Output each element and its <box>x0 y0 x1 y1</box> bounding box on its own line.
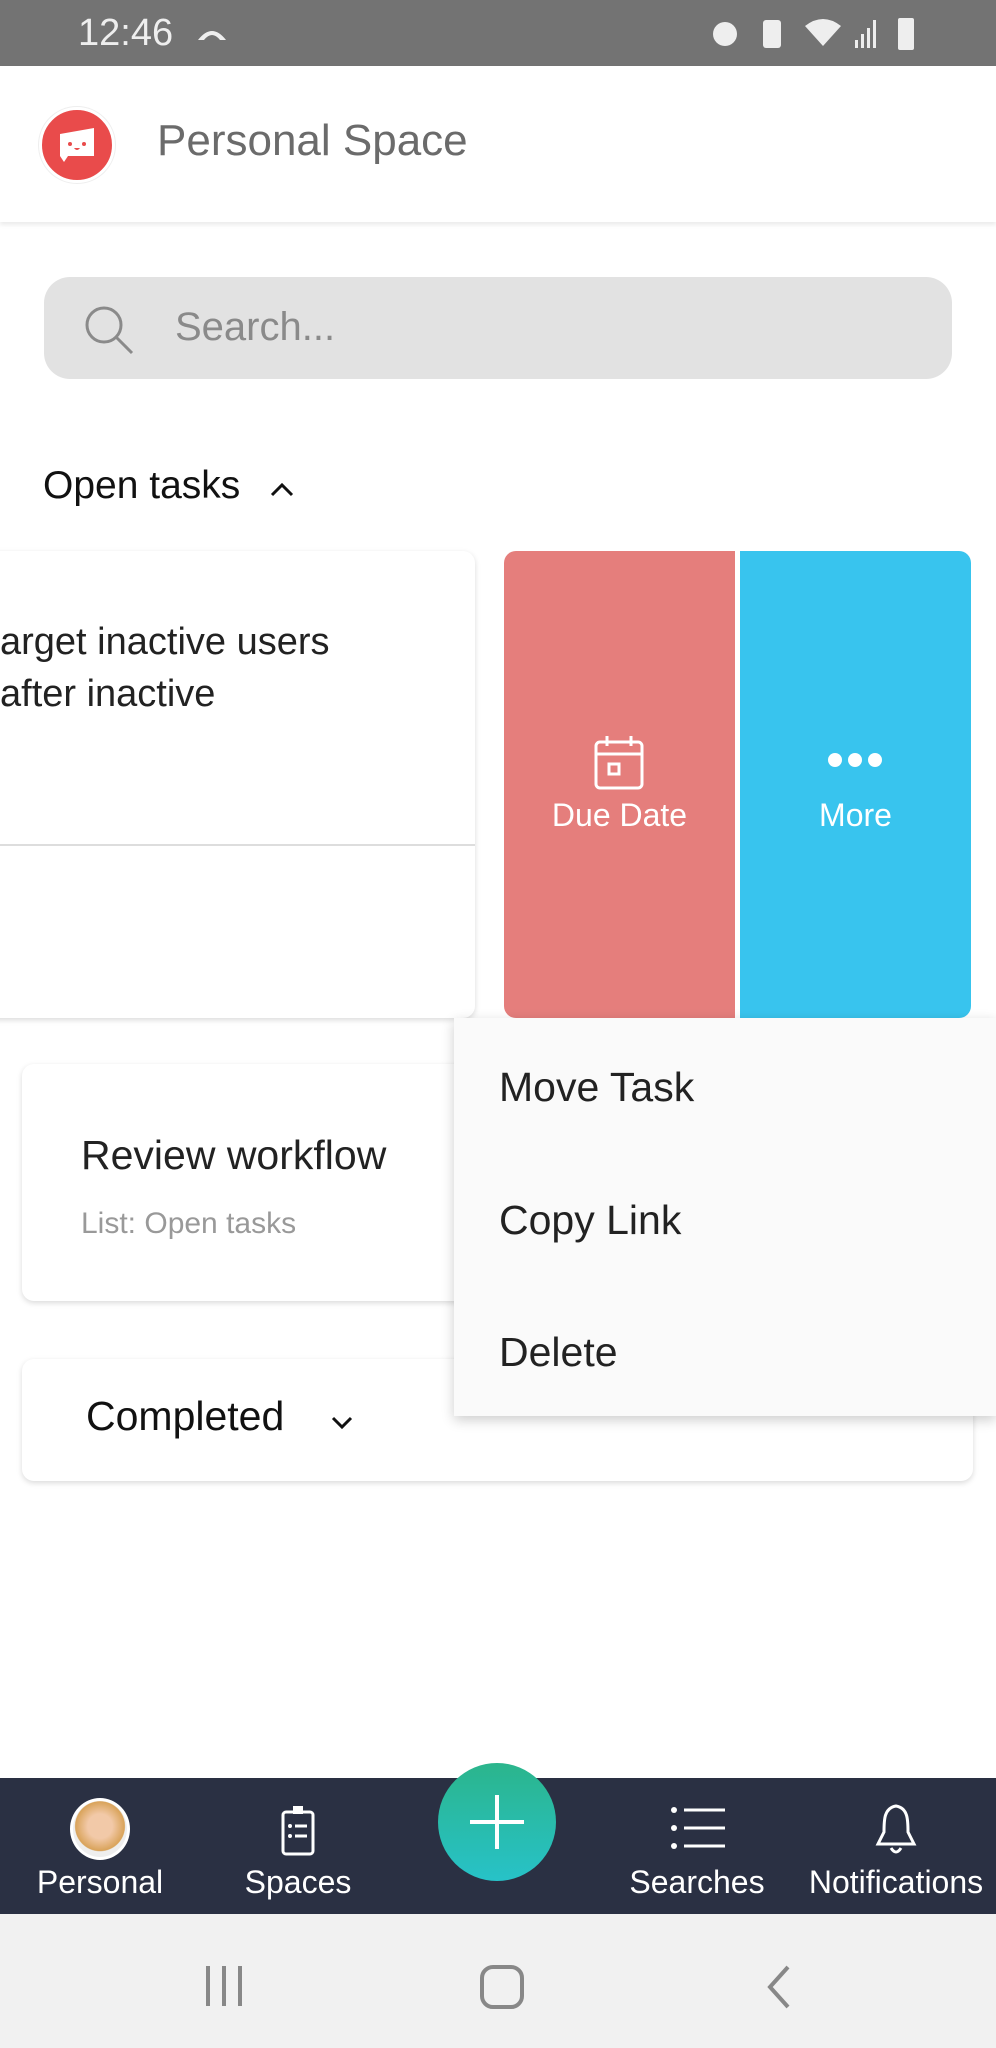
chevron-up-icon <box>270 482 293 497</box>
more-dots-icon <box>828 753 882 767</box>
menu-item-move-task[interactable]: Move Task <box>499 1064 694 1111</box>
list-icon <box>671 1807 725 1849</box>
calendar-icon <box>594 736 644 790</box>
bell-icon <box>875 1804 917 1854</box>
due-date-label: Due Date <box>551 797 688 833</box>
menu-item-delete[interactable]: Delete <box>499 1329 618 1376</box>
nav-label: Spaces <box>244 1864 352 1900</box>
due-date-button[interactable]: Due Date <box>504 551 735 1018</box>
section-title: Open tasks <box>43 464 241 507</box>
nav-label: Notifications <box>808 1864 984 1900</box>
page-title: Personal Space <box>157 116 468 165</box>
clipboard-icon <box>281 1806 315 1856</box>
recent-apps-icon[interactable] <box>200 1964 250 2008</box>
task-title: Review workflow <box>81 1132 387 1178</box>
plus-icon <box>470 1795 524 1849</box>
clock: 12:46 <box>78 12 174 54</box>
status-icons <box>713 18 914 50</box>
task-title-line: arget inactive users <box>0 621 330 663</box>
search-icon <box>85 306 134 355</box>
nav-label: Searches <box>629 1864 765 1900</box>
more-button[interactable]: More <box>740 551 971 1018</box>
app-header: Personal Space <box>0 66 996 222</box>
chevron-down-icon <box>331 1416 353 1430</box>
home-icon[interactable] <box>478 1964 526 2012</box>
status-bar: 12:46 <box>0 0 996 66</box>
task-card[interactable]: arget inactive users after inactive <box>0 551 475 1018</box>
task-title-line: after inactive <box>0 673 216 715</box>
completed-label: Completed <box>86 1393 285 1439</box>
app-logo[interactable] <box>39 107 115 183</box>
search-placeholder: Search... <box>175 305 336 349</box>
nav-searches[interactable]: Searches <box>597 1778 797 1914</box>
task-list-name: List: Open tasks <box>81 1207 297 1240</box>
nav-label: Personal <box>36 1864 164 1900</box>
back-icon[interactable] <box>764 1964 794 2010</box>
nav-notifications[interactable]: Notifications <box>796 1778 996 1914</box>
open-tasks-toggle[interactable]: Open tasks <box>43 464 295 508</box>
divider <box>0 844 475 846</box>
avatar <box>70 1798 130 1860</box>
sync-icon <box>198 31 226 40</box>
system-nav-bar <box>0 1914 996 2048</box>
nav-spaces[interactable]: Spaces <box>198 1778 398 1914</box>
search-input[interactable]: Search... <box>44 277 952 379</box>
context-menu: Move Task Copy Link Delete <box>454 1018 996 1416</box>
nav-personal[interactable]: Personal <box>0 1778 200 1914</box>
more-label: More <box>819 797 892 833</box>
menu-item-copy-link[interactable]: Copy Link <box>499 1197 681 1244</box>
logo-face-icon <box>60 128 94 162</box>
add-task-button[interactable] <box>438 1763 556 1881</box>
